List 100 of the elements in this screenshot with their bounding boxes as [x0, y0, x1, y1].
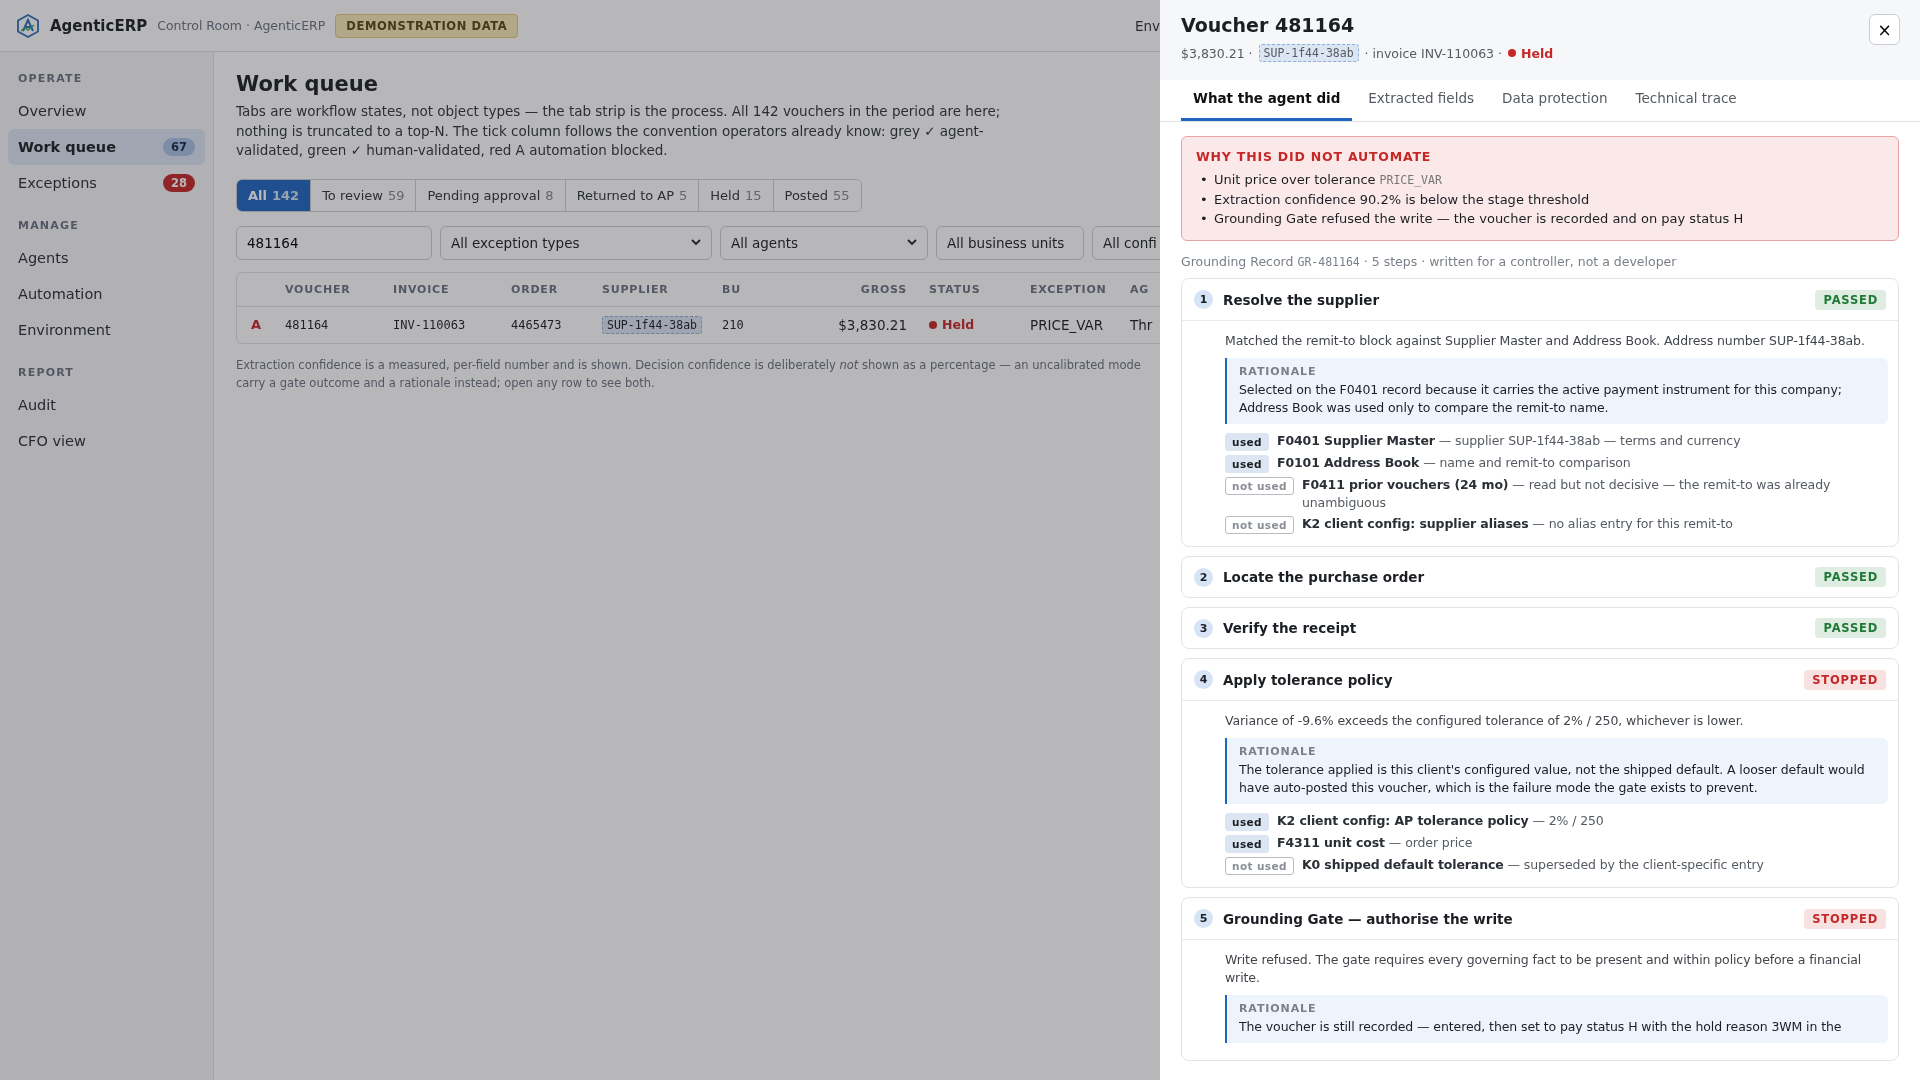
queue-tab[interactable]: All 142 [237, 179, 312, 211]
header-label: Env [1134, 17, 1160, 34]
footnote-text: carry a gate outcome and a rationale instead; open any row to see both. [236, 374, 655, 392]
column-header: GROSS [859, 282, 908, 296]
close-button[interactable]: × [1869, 14, 1900, 45]
table-cell-text: PRICE_VAR [1029, 316, 1105, 333]
usage-tag: used [1225, 835, 1269, 853]
source-text: K2 client config: supplier aliases — no alias entry for this remit-to [1301, 515, 1733, 533]
filter-dropdown[interactable]: All business units [936, 225, 1084, 260]
sidebar-item[interactable]: Work queue 67 [8, 129, 205, 165]
column-header: EXCEPTION [1029, 282, 1108, 296]
rationale-label: RATIONALE [1239, 1002, 1318, 1015]
step-header[interactable]: 1 Resolve the supplier PASSED [1182, 279, 1898, 321]
step-title: Verify the receipt [1223, 620, 1357, 636]
rationale-text: Selected on the F0401 record because it carries the active payment instrument for this company; Address Book was used only to compare the remit-to name. [1239, 381, 1843, 417]
drawer-tab[interactable]: What the agent did [1181, 80, 1353, 121]
table-cell-text: 4465473 [511, 317, 563, 332]
drawer-tab[interactable]: Technical trace [1623, 80, 1749, 121]
record-summary: · 5 steps · written for a controller, not a developer [1363, 254, 1677, 269]
step-summary: Write refused. The gate requires every governing fact to be present and within policy before a financial write. [1225, 951, 1863, 987]
step-summary: Matched the remit-to block against Supplier Master and Address Book. Address number SUP-1f44-38ab. [1225, 332, 1866, 350]
rationale-label: RATIONALE [1239, 365, 1318, 378]
page-title: Work queue [236, 72, 379, 96]
step-header[interactable]: 5 Grounding Gate — authorise the write STOPPED [1182, 898, 1898, 940]
step-title: Apply tolerance policy [1223, 671, 1393, 688]
table-cell-text: INV-110063 [393, 317, 467, 332]
sidebar-item[interactable]: CFO view [8, 423, 205, 459]
step-title: Resolve the supplier [1223, 291, 1380, 308]
sidebar-item[interactable]: Automation [8, 276, 205, 312]
sidebar-item[interactable]: Overview [8, 93, 205, 129]
supplier-chip: SUP-1f44-38ab [602, 315, 702, 334]
step-number: 5 [1194, 909, 1213, 928]
source-text: K0 shipped default tolerance — superseded by the client-specific entry [1301, 856, 1764, 874]
filter-dropdown[interactable]: All exception types [440, 225, 712, 260]
drawer-tab[interactable]: Extracted fields [1356, 80, 1487, 121]
step-number: 1 [1194, 290, 1213, 309]
step-header[interactable]: 4 Apply tolerance policy STOPPED [1182, 659, 1898, 701]
usage-tag: not used [1225, 516, 1294, 534]
step-status: PASSED [1815, 289, 1886, 310]
rationale-text: The tolerance applied is this client's configured value, not the shipped default. A looser default would have auto-posted this voucher, which is the failure mode the gate exists to prevent. [1239, 761, 1866, 797]
bullet: • [1200, 210, 1209, 228]
step-status: STOPPED [1804, 908, 1886, 929]
chevron-down-icon [907, 239, 917, 246]
step-header[interactable]: 3 Verify the receipt PASSED [1182, 608, 1898, 648]
rationale-text: The voucher is still recorded — entered, then set to pay status H with the hold reason 3WM in the [1239, 1018, 1843, 1036]
source-text: F0101 Address Book — name and remit-to comparison [1276, 454, 1631, 472]
table-cell-text: 210 [722, 317, 745, 332]
step-status: PASSED [1815, 618, 1886, 638]
column-header: ORDER [511, 282, 559, 296]
sidebar-section-title: OPERATE [17, 72, 84, 85]
count-badge: 67 [163, 138, 195, 156]
drawer-tab[interactable]: Data protection [1490, 80, 1620, 121]
step-title: Locate the purchase order [1223, 569, 1425, 585]
alert-title: WHY THIS DID NOT AUTOMATE [1196, 149, 1433, 164]
sidebar-item[interactable]: Agents [8, 240, 205, 276]
app-name: AgenticERP [50, 16, 148, 35]
sidebar-item[interactable]: Audit [8, 387, 205, 423]
column-header: VOUCHER [285, 282, 352, 296]
step-status: STOPPED [1804, 669, 1886, 690]
status-text: Held [942, 317, 975, 332]
sidebar-item[interactable]: Exceptions 28 [8, 165, 205, 201]
voucher-amount: $3,830.21 · [1181, 45, 1253, 61]
column-header: STATUS [928, 282, 982, 296]
status-text: Held [1521, 45, 1554, 61]
page-description: Tabs are workflow states, not object types — the tab strip is the process. All 142 vouchers in the period are here; nothing is truncated to a top-N. The tick column follows the convention operators already know: grey ✓ agent-validated, green ✓ human-validated, red A automation blocked. [236, 102, 1002, 160]
filter-dropdown[interactable]: All confi [1092, 225, 1160, 260]
source-text: F4311 unit cost — order price [1276, 834, 1473, 852]
usage-tag: not used [1225, 857, 1294, 875]
table-cell-text: 481164 [285, 317, 330, 332]
drawer-title: Voucher 481164 [1181, 14, 1355, 36]
sidebar-section-title: REPORT [17, 366, 76, 379]
chevron-down-icon [691, 239, 701, 246]
logo-icon [16, 13, 40, 38]
source-text: K2 client config: AP tolerance policy — 2% / 250 [1276, 812, 1604, 830]
usage-tag: used [1225, 813, 1269, 831]
filter-dropdown[interactable]: All agents [720, 225, 928, 260]
usage-tag: used [1225, 433, 1269, 451]
step-title: Grounding Gate — authorise the write [1223, 910, 1513, 927]
column-header: BU [722, 282, 742, 296]
breadcrumb: Control Room · AgenticERP [157, 18, 326, 33]
exception-code: PRICE_VAR [1379, 172, 1442, 189]
invoice-text: · invoice INV-110063 · [1364, 45, 1503, 61]
alert-reason: Extraction confidence 90.2% is below the stage threshold [1214, 191, 1590, 209]
rationale-label: RATIONALE [1239, 745, 1318, 758]
column-header: AG [1130, 282, 1151, 296]
count-badge: 28 [163, 174, 195, 192]
search-field[interactable]: 481164 [236, 225, 432, 260]
source-text: F0411 prior vouchers (24 mo) — read but not decisive — the remit-to was already unambiguous [1301, 476, 1832, 512]
source-text: F0401 Supplier Master — supplier SUP-1f44-38ab — terms and currency [1276, 432, 1741, 450]
table-cell-text: $3,830.21 [837, 316, 908, 333]
step-number: 4 [1194, 670, 1213, 689]
sidebar-item[interactable]: Environment [8, 312, 205, 348]
step-header[interactable]: 2 Locate the purchase order PASSED [1182, 557, 1898, 597]
table-cell-text: Thr [1130, 316, 1154, 333]
demo-badge: DEMONSTRATION DATA [335, 13, 519, 38]
record-code: GR-481164 [1297, 255, 1360, 269]
usage-tag: used [1225, 455, 1269, 473]
column-header: INVOICE [393, 282, 451, 296]
usage-tag: not used [1225, 477, 1294, 495]
step-summary: Variance of -9.6% exceeds the configured tolerance of 2% / 250, whichever is lower. [1225, 712, 1745, 730]
